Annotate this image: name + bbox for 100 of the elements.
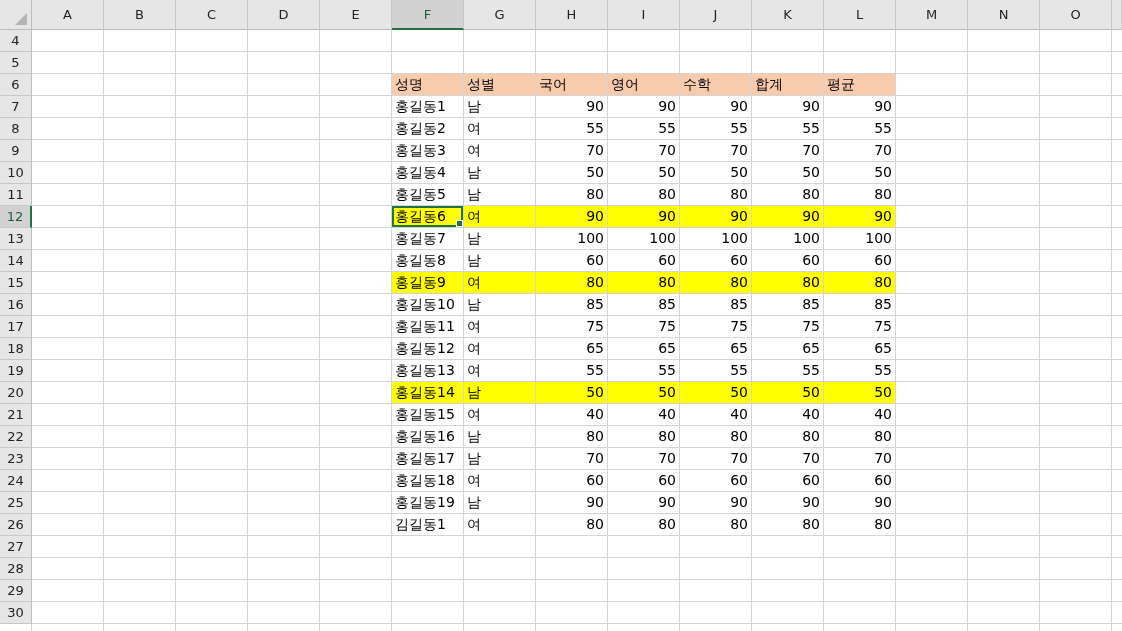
table-cell: 50 bbox=[824, 162, 896, 184]
table-cell: 80 bbox=[536, 272, 608, 294]
table-cell: 100 bbox=[824, 228, 896, 250]
table-cell: 70 bbox=[536, 448, 608, 470]
column-header[interactable]: A bbox=[32, 0, 104, 30]
table-cell: 100 bbox=[536, 228, 608, 250]
table-cell: 90 bbox=[608, 96, 680, 118]
table-cell: 여 bbox=[464, 514, 536, 536]
column-header[interactable]: D bbox=[248, 0, 320, 30]
row-header[interactable]: 24 bbox=[0, 470, 32, 492]
table-cell: 여 bbox=[464, 338, 536, 360]
table-cell: 80 bbox=[824, 272, 896, 294]
table-cell: 여 bbox=[464, 316, 536, 338]
table-cell: 90 bbox=[680, 96, 752, 118]
row-header[interactable]: 23 bbox=[0, 448, 32, 470]
table-cell: 50 bbox=[608, 162, 680, 184]
table-cell: 55 bbox=[536, 118, 608, 140]
column-header[interactable]: B bbox=[104, 0, 176, 30]
table-cell: 80 bbox=[608, 514, 680, 536]
column-header[interactable]: O bbox=[1040, 0, 1112, 30]
row-header[interactable]: 22 bbox=[0, 426, 32, 448]
select-all-icon[interactable] bbox=[15, 13, 27, 25]
row-header[interactable]: 21 bbox=[0, 404, 32, 426]
table-cell: 합계 bbox=[752, 74, 824, 96]
table-cell: 80 bbox=[752, 514, 824, 536]
column-header[interactable] bbox=[1112, 0, 1122, 30]
column-header[interactable]: F bbox=[392, 0, 464, 30]
table-cell: 90 bbox=[536, 206, 608, 228]
table-cell: 80 bbox=[536, 514, 608, 536]
table-cell: 75 bbox=[536, 316, 608, 338]
column-header[interactable]: J bbox=[680, 0, 752, 30]
row-header[interactable]: 9 bbox=[0, 140, 32, 162]
table-cell: 100 bbox=[752, 228, 824, 250]
row-header[interactable]: 26 bbox=[0, 514, 32, 536]
row-header[interactable]: 4 bbox=[0, 30, 32, 52]
row-header[interactable]: 19 bbox=[0, 360, 32, 382]
table-cell: 평균 bbox=[824, 74, 896, 96]
row-header[interactable]: 17 bbox=[0, 316, 32, 338]
column-header[interactable]: E bbox=[320, 0, 392, 30]
table-cell: 90 bbox=[680, 492, 752, 514]
row-header[interactable]: 13 bbox=[0, 228, 32, 250]
table-cell: 55 bbox=[752, 118, 824, 140]
table-cell: 90 bbox=[824, 492, 896, 514]
table-cell: 70 bbox=[752, 140, 824, 162]
column-header[interactable]: N bbox=[968, 0, 1040, 30]
table-cell: 성명 bbox=[392, 74, 464, 96]
table-cell: 40 bbox=[608, 404, 680, 426]
table-cell: 50 bbox=[680, 382, 752, 404]
table-cell: 85 bbox=[680, 294, 752, 316]
table-cell: 65 bbox=[824, 338, 896, 360]
row-header[interactable]: 25 bbox=[0, 492, 32, 514]
row-header[interactable]: 14 bbox=[0, 250, 32, 272]
row-header[interactable]: 30 bbox=[0, 602, 32, 624]
fill-handle[interactable] bbox=[456, 220, 463, 227]
table-cell: 75 bbox=[608, 316, 680, 338]
column-header[interactable]: L bbox=[824, 0, 896, 30]
column-header[interactable]: M bbox=[896, 0, 968, 30]
table-cell: 홍길동18 bbox=[392, 470, 464, 492]
table-cell: 홍길동11 bbox=[392, 316, 464, 338]
row-header[interactable]: 20 bbox=[0, 382, 32, 404]
table-cell: 홍길동2 bbox=[392, 118, 464, 140]
row-header[interactable]: 7 bbox=[0, 96, 32, 118]
column-header[interactable]: K bbox=[752, 0, 824, 30]
table-cell: 60 bbox=[680, 470, 752, 492]
row-header[interactable]: 6 bbox=[0, 74, 32, 96]
row-header[interactable]: 28 bbox=[0, 558, 32, 580]
row-header[interactable]: 5 bbox=[0, 52, 32, 74]
row-header[interactable]: 15 bbox=[0, 272, 32, 294]
table-cell: 40 bbox=[752, 404, 824, 426]
column-header[interactable]: G bbox=[464, 0, 536, 30]
table-cell: 50 bbox=[608, 382, 680, 404]
table-cell: 75 bbox=[824, 316, 896, 338]
table-cell: 85 bbox=[608, 294, 680, 316]
row-header[interactable]: 8 bbox=[0, 118, 32, 140]
table-cell: 60 bbox=[608, 470, 680, 492]
table-cell: 성별 bbox=[464, 74, 536, 96]
table-cell: 여 bbox=[464, 206, 536, 228]
table-cell: 80 bbox=[536, 426, 608, 448]
table-cell: 홍길동15 bbox=[392, 404, 464, 426]
table-cell: 85 bbox=[752, 294, 824, 316]
row-header[interactable]: 29 bbox=[0, 580, 32, 602]
row-header[interactable]: 12 bbox=[0, 206, 32, 228]
table-cell: 90 bbox=[608, 492, 680, 514]
table-cell: 80 bbox=[824, 514, 896, 536]
column-header[interactable]: H bbox=[536, 0, 608, 30]
column-header[interactable]: C bbox=[176, 0, 248, 30]
table-cell: 100 bbox=[680, 228, 752, 250]
table-cell: 70 bbox=[608, 140, 680, 162]
table-cell: 남 bbox=[464, 448, 536, 470]
table-cell: 홍길동14 bbox=[392, 382, 464, 404]
table-cell: 남 bbox=[464, 426, 536, 448]
row-header[interactable]: 11 bbox=[0, 184, 32, 206]
table-cell: 남 bbox=[464, 96, 536, 118]
table-cell: 90 bbox=[536, 96, 608, 118]
row-header[interactable]: 10 bbox=[0, 162, 32, 184]
row-header[interactable]: 16 bbox=[0, 294, 32, 316]
column-header[interactable]: I bbox=[608, 0, 680, 30]
table-cell: 김길동1 bbox=[392, 514, 464, 536]
row-header[interactable]: 18 bbox=[0, 338, 32, 360]
row-header[interactable]: 27 bbox=[0, 536, 32, 558]
